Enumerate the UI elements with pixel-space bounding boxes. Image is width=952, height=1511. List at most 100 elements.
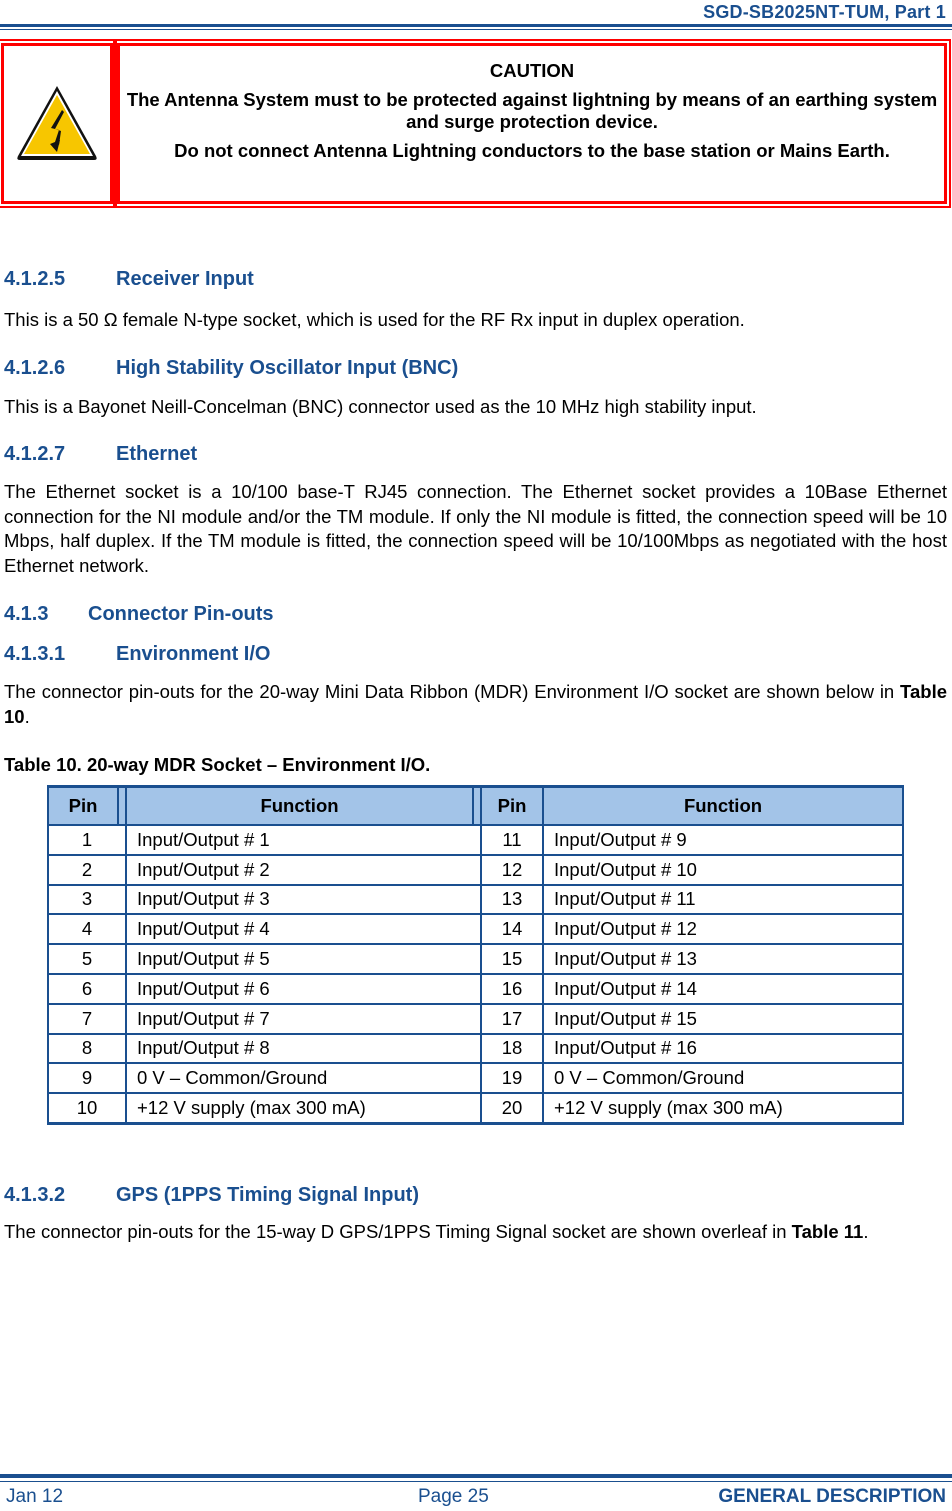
heading-oscillator-input: 4.1.2.6 High Stability Oscillator Input (… (4, 357, 458, 380)
heading-receiver-input: 4.1.2.5 Receiver Input (4, 268, 254, 291)
table-row: 6 Input/Output # 6 16 Input/Output # 14 (47, 972, 904, 1005)
header-spacer (472, 785, 482, 826)
table-row: 1 Input/Output # 1 11 Input/Output # 9 (47, 824, 904, 856)
heading-environment-io: 4.1.3.1 Environment I/O (4, 643, 270, 666)
function-cell: +12 V supply (max 300 mA) (125, 1092, 482, 1125)
function-cell: Input/Output # 6 (125, 972, 482, 1005)
body-text: The connector pin-outs for the 15-way D … (4, 1221, 792, 1242)
table-row: 5 Input/Output # 5 15 Input/Output # 13 (47, 943, 904, 975)
pin-cell: 12 (480, 853, 544, 886)
function-cell: 0 V – Common/Ground (542, 1062, 904, 1095)
table-reference-link[interactable]: Table 11 (792, 1221, 864, 1242)
table-row: 2 Input/Output # 2 12 Input/Output # 10 (47, 853, 904, 886)
table-10-pinouts: Pin Function Pin Function 1 Input/Output … (47, 785, 904, 1125)
pin-cell: 9 (47, 1062, 127, 1095)
table-10-caption: Table 10. 20-way MDR Socket – Environmen… (4, 754, 431, 775)
function-cell: Input/Output # 7 (125, 1002, 482, 1035)
gps-body: The connector pin-outs for the 15-way D … (4, 1220, 947, 1245)
ethernet-body: The Ethernet socket is a 10/100 base-T R… (4, 481, 947, 576)
pin-cell: 13 (480, 883, 544, 916)
pin-cell: 19 (480, 1062, 544, 1095)
pin-cell: 3 (47, 883, 127, 916)
document-title: SGD-SB2025NT-TUM, Part 1 (703, 2, 946, 22)
function-cell: Input/Output # 16 (542, 1032, 904, 1065)
section-number: 4.1.3.2 (4, 1184, 66, 1206)
table-header-row: Pin Function Pin Function (47, 785, 904, 826)
function-cell: +12 V supply (max 300 mA) (542, 1092, 904, 1125)
section-title: GPS (1PPS Timing Signal Input) (116, 1184, 419, 1206)
section-number: 4.1.2.7 (4, 443, 66, 465)
function-cell: Input/Output # 13 (542, 943, 904, 975)
lightning-warning-icon (17, 86, 97, 160)
table-row: 7 Input/Output # 7 17 Input/Output # 15 (47, 1002, 904, 1035)
pin-cell: 6 (47, 972, 127, 1005)
caution-line-2: Do not connect Antenna Lightning conduct… (174, 140, 890, 161)
pin-cell: 17 (480, 1002, 544, 1035)
header-pin: Pin (480, 785, 544, 826)
header-function: Function (542, 785, 904, 826)
section-title: Receiver Input (116, 268, 254, 290)
footer-rule-thin (0, 1481, 952, 1482)
pin-cell: 7 (47, 1002, 127, 1035)
pin-cell: 8 (47, 1032, 127, 1065)
heading-connector-pinouts: 4.1.3 Connector Pin-outs (4, 603, 274, 626)
section-title: Connector Pin-outs (88, 603, 274, 625)
footer-chapter: GENERAL DESCRIPTION (718, 1486, 946, 1507)
header-spacer (117, 785, 127, 826)
function-cell: Input/Output # 14 (542, 972, 904, 1005)
section-number: 4.1.2.6 (4, 357, 66, 379)
environment-io-body: The connector pin-outs for the 20-way Mi… (4, 680, 947, 729)
pin-cell: 10 (47, 1092, 127, 1125)
body-text: . (863, 1221, 869, 1242)
pin-cell: 14 (480, 913, 544, 946)
section-title: High Stability Oscillator Input (BNC) (116, 357, 459, 379)
caution-box: CAUTION The Antenna System must to be pr… (0, 39, 952, 218)
pin-cell: 11 (480, 824, 544, 856)
footer-page-number: Page 25 (418, 1486, 489, 1507)
heading-ethernet: 4.1.2.7 Ethernet (4, 443, 197, 466)
function-cell: Input/Output # 15 (542, 1002, 904, 1035)
oscillator-input-body: This is a Bayonet Neill-Concelman (BNC) … (4, 396, 757, 417)
caution-line-1: The Antenna System must to be protected … (126, 89, 938, 132)
function-cell: Input/Output # 5 (125, 943, 482, 975)
table-row: 10 +12 V supply (max 300 mA) 20 +12 V suppl… (47, 1092, 904, 1125)
heading-gps: 4.1.3.2 GPS (1PPS Timing Signal Input) (4, 1184, 419, 1207)
pin-cell: 5 (47, 943, 127, 975)
body-text: . (24, 705, 30, 727)
pin-cell: 16 (480, 972, 544, 1005)
function-cell: Input/Output # 9 (542, 824, 904, 856)
function-cell: Input/Output # 2 (125, 853, 482, 886)
header-function: Function (125, 785, 474, 826)
table-row: 3 Input/Output # 3 13 Input/Output # 11 (47, 883, 904, 916)
header-rule-thin (0, 29, 952, 30)
caution-icon-cell (0, 39, 117, 208)
function-cell: Input/Output # 4 (125, 913, 482, 946)
pin-cell: 1 (47, 824, 127, 856)
section-number: 4.1.3 (4, 603, 49, 625)
body-text: The connector pin-outs for the 20-way Mi… (4, 681, 901, 702)
table-row: 4 Input/Output # 4 14 Input/Output # 12 (47, 913, 904, 946)
table-row: 8 Input/Output # 8 18 Input/Output # 16 (47, 1032, 904, 1065)
section-number: 4.1.2.5 (4, 268, 66, 290)
caution-title: CAUTION (489, 60, 575, 81)
header-pin: Pin (47, 785, 119, 826)
receiver-input-body: This is a 50 Ω female N-type socket, whi… (4, 309, 745, 330)
function-cell: Input/Output # 10 (542, 853, 904, 886)
section-title: Ethernet (116, 443, 198, 465)
function-cell: Input/Output # 8 (125, 1032, 482, 1065)
function-cell: Input/Output # 11 (542, 883, 904, 916)
function-cell: Input/Output # 3 (125, 883, 482, 916)
footer-date: Jan 12 (6, 1486, 64, 1507)
footer-rule (0, 1474, 952, 1478)
section-title: Environment I/O (116, 643, 271, 665)
pin-cell: 15 (480, 943, 544, 975)
pin-cell: 20 (480, 1092, 544, 1125)
function-cell: Input/Output # 12 (542, 913, 904, 946)
section-number: 4.1.3.1 (4, 643, 66, 665)
caution-text-cell: CAUTION The Antenna System must to be pr… (113, 39, 951, 208)
function-cell: 0 V – Common/Ground (125, 1062, 482, 1095)
table-row: 90 V – Common/Ground 19 0 V – Common/Groun… (47, 1062, 904, 1095)
pin-cell: 4 (47, 913, 127, 946)
pin-cell: 2 (47, 853, 127, 886)
header-rule (0, 24, 952, 27)
